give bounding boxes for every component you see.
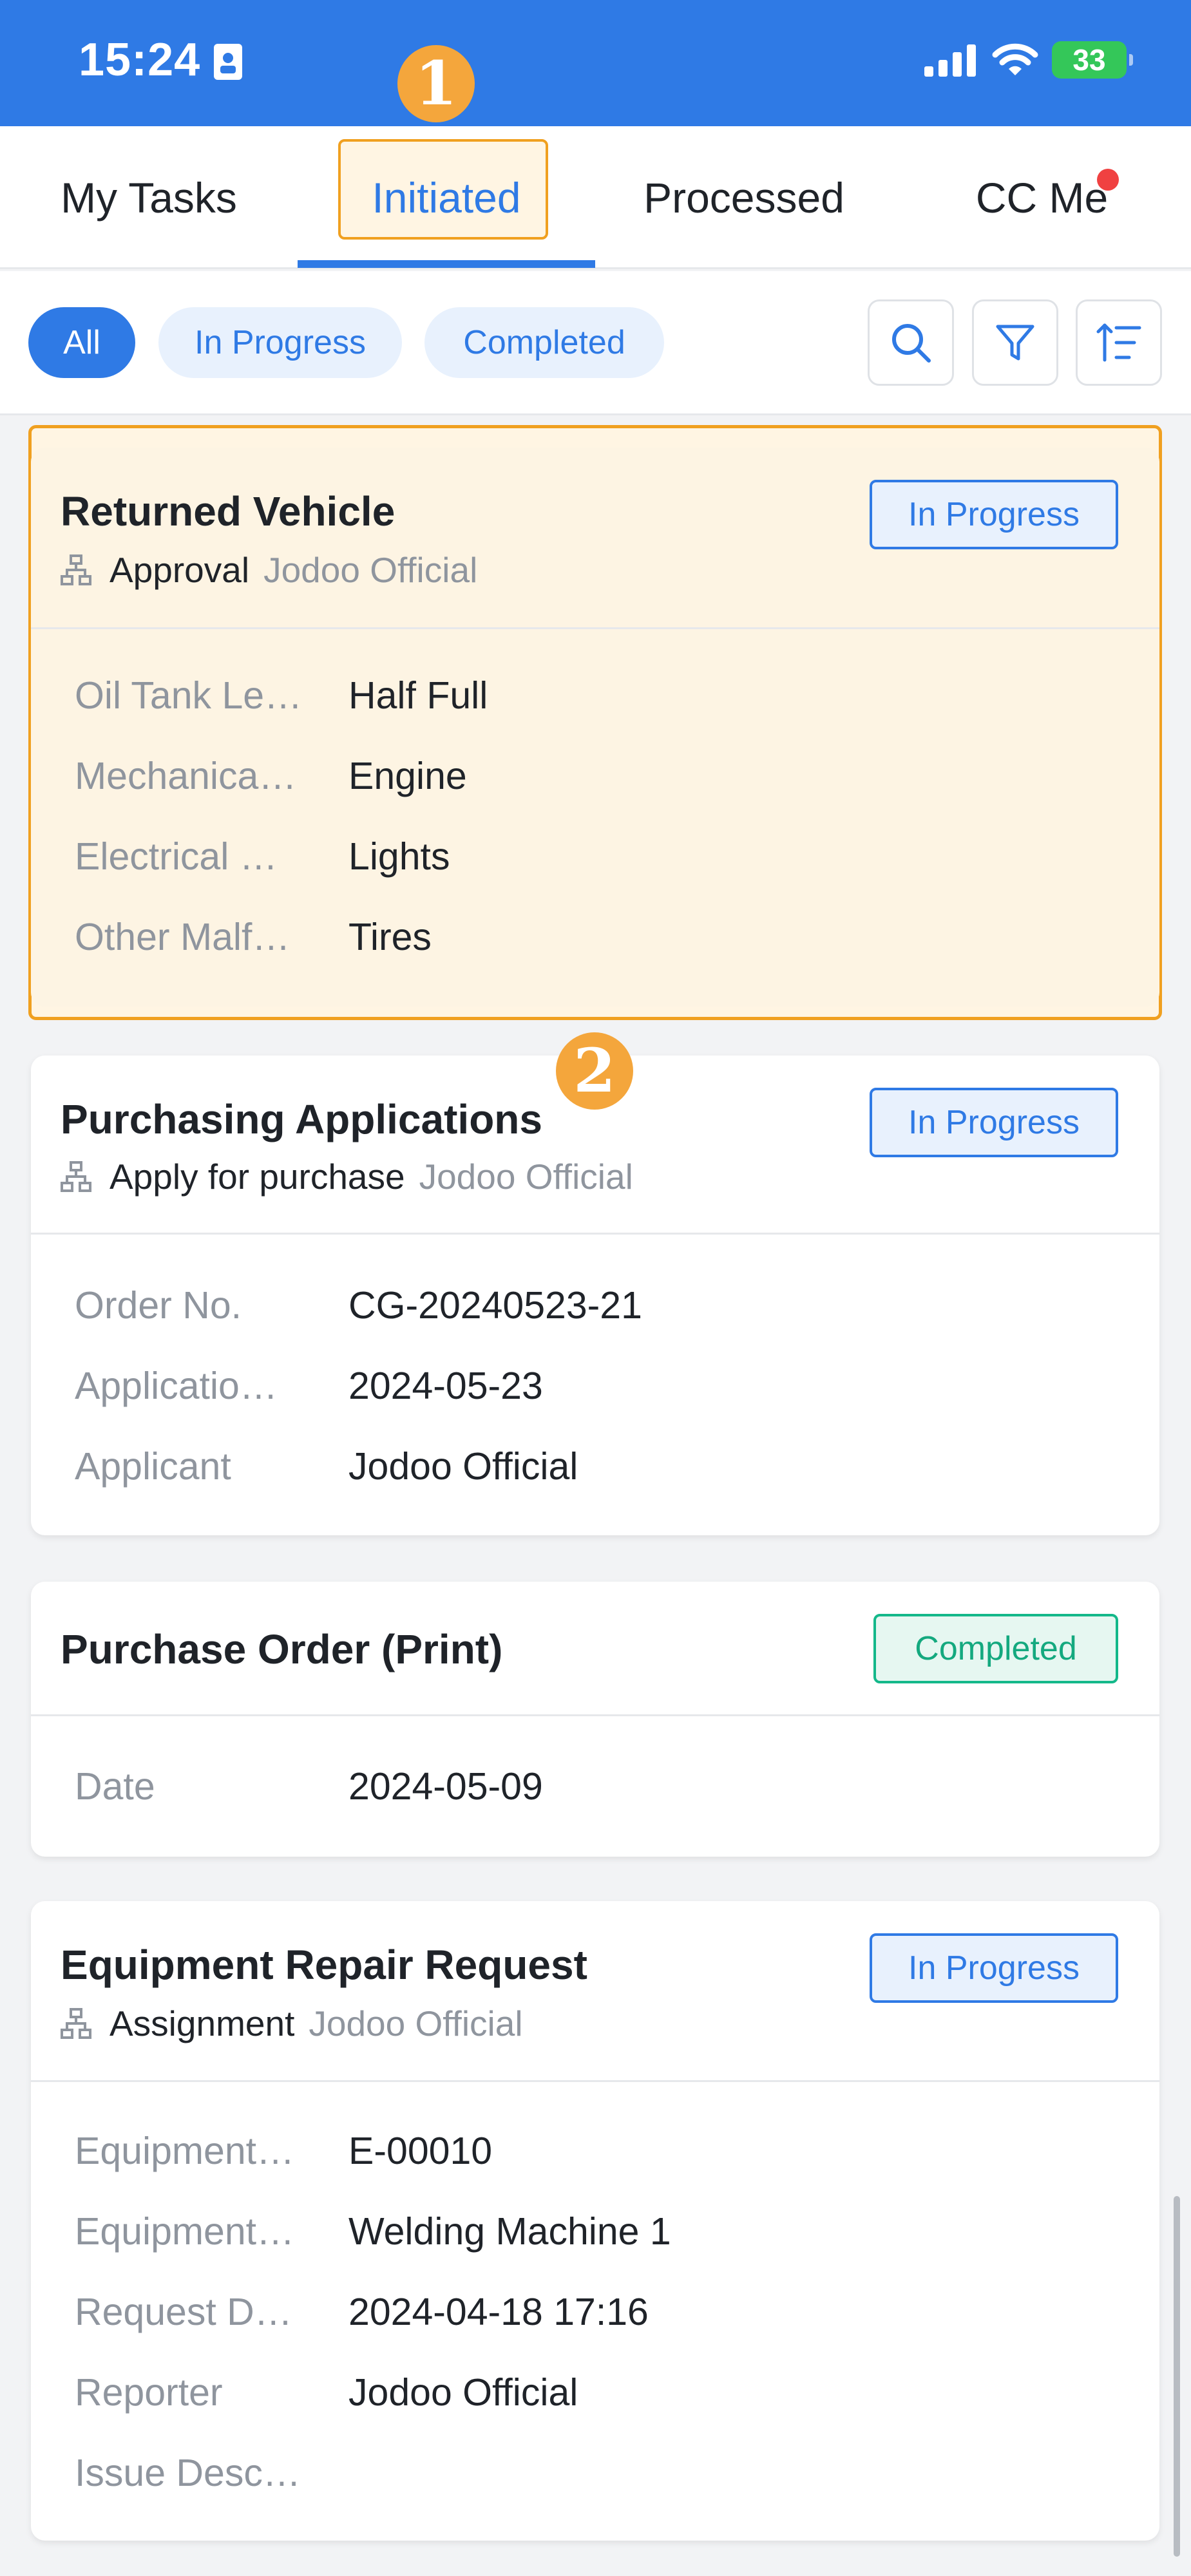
card-header: Returned Vehicle Approval Jodoo Official… (31, 448, 1159, 629)
field-label: Equipment… (75, 2130, 295, 2172)
status-badge: In Progress (870, 1088, 1118, 1157)
scrollbar[interactable] (1174, 2196, 1180, 2557)
field-row: Applicant Jodoo Official (75, 1441, 578, 1492)
tab-my-tasks[interactable]: My Tasks (0, 126, 298, 269)
filter-bar: All In Progress Completed (0, 271, 1191, 415)
tab-processed[interactable]: Processed (595, 126, 893, 269)
field-value: Welding Machine 1 (348, 2210, 671, 2253)
filter-icon (996, 325, 1034, 361)
card-subtitle: Assignment Jodoo Official (61, 2003, 523, 2044)
filter-chip-completed[interactable]: Completed (424, 307, 664, 378)
card-subtitle: Approval Jodoo Official (61, 549, 477, 591)
workflow-icon (61, 1161, 91, 1192)
active-tab-indicator (298, 260, 595, 268)
workflow-icon (61, 2008, 91, 2039)
task-card[interactable]: Returned Vehicle Approval Jodoo Official… (31, 448, 1159, 1007)
tab-bar: My Tasks Initiated Processed CC Me (0, 126, 1191, 269)
card-node: Assignment (110, 2003, 295, 2043)
annotation-marker-1: 1 (397, 45, 475, 122)
card-owner: Jodoo Official (419, 1157, 633, 1197)
task-card[interactable]: Purchase Order (Print) Completed Date 20… (31, 1582, 1159, 1857)
field-row: Electrical … Lights (75, 831, 450, 882)
field-label: Request D… (75, 2291, 292, 2333)
battery-indicator: 33 (1052, 41, 1133, 79)
field-value: Engine (348, 755, 467, 797)
status-indicators: 33 (924, 41, 1133, 79)
card-header: Purchase Order (Print) Completed (31, 1582, 1159, 1716)
field-label: Electrical … (75, 835, 278, 878)
signal-icon (924, 44, 976, 77)
field-label: Applicatio… (75, 1365, 278, 1407)
field-value: Half Full (348, 674, 488, 717)
field-row: Reporter Jodoo Official (75, 2367, 578, 2418)
field-label: Issue Desc… (75, 2452, 301, 2494)
task-card[interactable]: Purchasing Applications Apply for purcha… (31, 1056, 1159, 1535)
field-value: E-00010 (348, 2130, 493, 2172)
status-badge: In Progress (870, 480, 1118, 549)
card-owner: Jodoo Official (309, 2003, 523, 2043)
sort-button[interactable] (1076, 299, 1162, 386)
id-card-icon (214, 44, 242, 80)
tab-cc-me[interactable]: CC Me (893, 126, 1191, 269)
card-node: Approval (110, 550, 250, 590)
card-header: Equipment Repair Request Assignment Jodo… (31, 1901, 1159, 2082)
card-title: Purchasing Applications (61, 1096, 542, 1142)
field-value: Lights (348, 835, 450, 878)
field-value: 2024-04-18 17:16 (348, 2291, 649, 2333)
card-title: Purchase Order (Print) (61, 1626, 503, 1672)
field-label: Mechanica… (75, 755, 297, 797)
field-value: Tires (348, 916, 432, 958)
search-button[interactable] (868, 299, 954, 386)
field-value: CG-20240523-21 (348, 1284, 642, 1327)
annotation-marker-2: 2 (556, 1032, 633, 1110)
tab-label: My Tasks (61, 174, 237, 222)
field-value: 2024-05-09 (348, 1765, 543, 1808)
card-subtitle: Apply for purchase Jodoo Official (61, 1156, 633, 1197)
field-row: Equipment… E-00010 (75, 2125, 492, 2177)
status-badge: Completed (873, 1614, 1118, 1683)
field-row: Applicatio… 2024-05-23 (75, 1360, 543, 1412)
filter-chip-all[interactable]: All (28, 307, 135, 378)
field-value: Jodoo Official (348, 1445, 578, 1488)
field-row: Mechanica… Engine (75, 750, 467, 802)
field-row: Equipment… Welding Machine 1 (75, 2206, 671, 2257)
search-icon (892, 324, 931, 363)
filter-chip-in-progress[interactable]: In Progress (158, 307, 402, 378)
filter-button[interactable] (972, 299, 1058, 386)
field-row: Date 2024-05-09 (75, 1761, 543, 1812)
card-title: Equipment Repair Request (61, 1942, 587, 1988)
field-label: Reporter (75, 2371, 223, 2414)
tab-label: Processed (643, 174, 844, 222)
workflow-icon (61, 554, 91, 585)
tab-label: Initiated (372, 174, 521, 222)
field-label: Date (75, 1765, 155, 1808)
battery-level: 33 (1072, 43, 1106, 77)
tab-label: CC Me (975, 174, 1109, 222)
wifi-icon (992, 43, 1038, 75)
card-node: Apply for purchase (110, 1157, 405, 1197)
status-time: 15:24 (79, 34, 201, 86)
card-owner: Jodoo Official (263, 550, 478, 590)
field-value: Jodoo Official (348, 2371, 578, 2414)
field-row: Order No. CG-20240523-21 (75, 1280, 642, 1331)
sort-icon (1096, 323, 1141, 362)
field-value: 2024-05-23 (348, 1365, 543, 1407)
status-badge: In Progress (870, 1933, 1118, 2003)
field-row: Other Malf… Tires (75, 911, 432, 963)
field-label: Applicant (75, 1445, 231, 1488)
field-row: Request D… 2024-04-18 17:16 (75, 2286, 649, 2338)
card-title: Returned Vehicle (61, 488, 395, 535)
field-label: Equipment… (75, 2210, 295, 2253)
field-label: Other Malf… (75, 916, 291, 958)
tab-initiated[interactable]: Initiated (298, 126, 595, 269)
field-row: Issue Desc… (75, 2447, 348, 2499)
status-bar: 15:24 33 (0, 0, 1191, 126)
task-card[interactable]: Equipment Repair Request Assignment Jodo… (31, 1901, 1159, 2541)
field-row: Oil Tank Le… Half Full (75, 670, 488, 721)
field-label: Order No. (75, 1284, 242, 1327)
field-label: Oil Tank Le… (75, 674, 303, 717)
